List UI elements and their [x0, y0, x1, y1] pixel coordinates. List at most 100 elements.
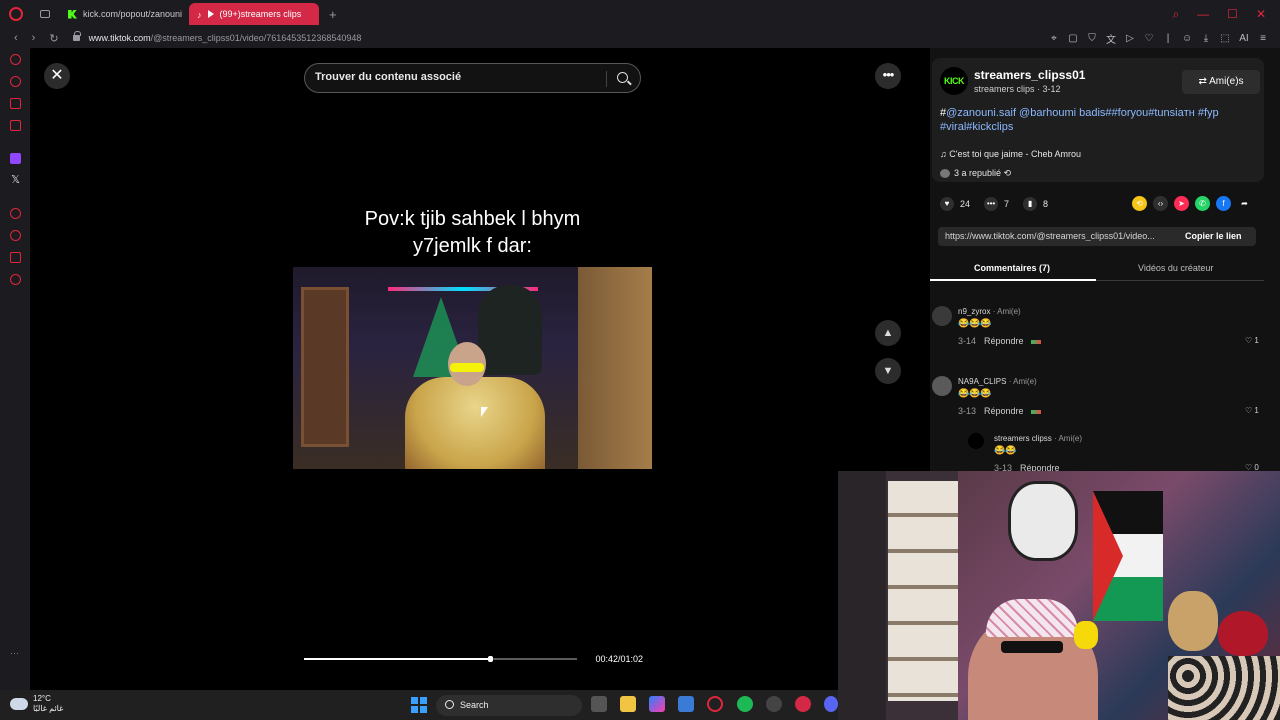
minimize-button[interactable]: — — [1197, 7, 1209, 22]
reposted-row[interactable]: 3 a republié ⟲ — [940, 168, 1011, 179]
like-button[interactable]: ♥ 24 — [940, 197, 970, 211]
tab-creator-videos[interactable]: Vidéos du créateur — [1138, 263, 1213, 273]
previous-video-button[interactable]: ▲ — [875, 320, 901, 346]
facebook-icon[interactable]: f — [1216, 196, 1231, 211]
send-icon[interactable]: ➤ — [1174, 196, 1189, 211]
maximize-button[interactable]: ☐ — [1227, 7, 1238, 22]
more-options-button[interactable]: ••• — [875, 63, 901, 89]
extensions-sidebar-icon[interactable] — [10, 252, 21, 263]
new-tab-button[interactable]: + — [329, 7, 337, 22]
reposter-avatars — [940, 169, 950, 179]
ai-button[interactable]: AI — [1239, 33, 1249, 44]
instagram-icon[interactable] — [10, 120, 21, 131]
friends-button[interactable]: ⇄ Ami(e)s — [1182, 70, 1260, 94]
video-progress-bar[interactable] — [304, 656, 577, 662]
opera-logo-icon[interactable] — [9, 7, 23, 21]
weather-temperature: 12°C — [33, 694, 51, 703]
speaker-icon[interactable] — [207, 10, 214, 18]
description-tags[interactable]: @zanouni.saif @barhoumi badis##foryou#tu… — [940, 107, 1219, 133]
separator: | — [1166, 32, 1170, 44]
related-search-box[interactable] — [304, 63, 641, 93]
start-button[interactable] — [411, 697, 427, 713]
opera-taskbar-icon[interactable] — [707, 696, 723, 712]
shield-icon[interactable]: ⛉ — [1087, 33, 1097, 44]
share-arrow-icon[interactable]: ➦ — [1237, 196, 1252, 211]
comment-avatar[interactable] — [932, 306, 952, 326]
progress-handle[interactable] — [487, 656, 493, 662]
copilot-icon[interactable] — [649, 696, 665, 712]
comment-button[interactable]: ••• 7 — [984, 197, 1009, 211]
windows-taskbar: 12°C غائم غالبًا Search — [0, 690, 838, 720]
repost-share-icon[interactable]: ⟲ — [1132, 196, 1147, 211]
menu-icon[interactable]: ≡ — [1258, 33, 1268, 44]
pin-icon[interactable]: ⌖ — [1049, 33, 1059, 44]
bookmark-heart-icon[interactable]: ♡ — [1144, 33, 1154, 44]
comment-like-button[interactable]: ♡ 1 — [1245, 336, 1259, 345]
messenger-icon[interactable] — [10, 98, 21, 109]
task-view-icon[interactable] — [591, 696, 607, 712]
video-player[interactable]: Pov:k tjib sahbek l bhym y7jemlk f dar: … — [293, 48, 652, 690]
x-icon[interactable]: 𝕏 — [10, 175, 21, 186]
history-icon[interactable] — [10, 230, 21, 241]
snapshot-icon[interactable]: ▢ — [1068, 33, 1078, 44]
tab-tiktok[interactable]: ♪ (99+)streamers clips — [189, 3, 319, 25]
swap-icon: ⇄ — [1198, 76, 1210, 87]
lock-icon[interactable] — [72, 31, 81, 41]
aria-icon[interactable] — [10, 54, 21, 65]
settings-icon[interactable] — [10, 274, 21, 285]
embed-icon[interactable]: ‹› — [1153, 196, 1168, 211]
save-button[interactable]: ▮ 8 — [1023, 197, 1048, 211]
steam-icon[interactable] — [766, 696, 782, 712]
profile-icon[interactable]: ☺ — [1182, 33, 1192, 44]
comment-avatar[interactable] — [932, 376, 952, 396]
taskbar-search[interactable]: Search — [436, 695, 582, 716]
file-explorer-icon[interactable] — [620, 696, 636, 712]
player-icon[interactable] — [10, 208, 21, 219]
tab-label: (99+)streamers clips — [219, 9, 302, 19]
speed-dial-icon[interactable] — [10, 76, 21, 87]
author-username[interactable]: streamers_clipss01 — [974, 68, 1085, 82]
mirror-scene — [838, 471, 886, 720]
extensions-icon[interactable]: ⬚ — [1220, 33, 1230, 44]
shelf-scene — [578, 267, 652, 469]
url-host: www.tiktok.com — [88, 33, 151, 43]
music-row[interactable]: ♫ C'est toi que jaime - Cheb Amrou — [940, 149, 1081, 159]
next-video-button[interactable]: ▼ — [875, 358, 901, 384]
reply-button[interactable]: Répondre — [984, 336, 1024, 346]
tab-switcher-icon[interactable] — [40, 10, 50, 18]
search-tabs-icon[interactable]: ⌕ — [1172, 7, 1179, 22]
flag-badge-icon — [1030, 339, 1041, 344]
store-icon[interactable] — [678, 696, 694, 712]
comment-like-button[interactable]: ♡ 1 — [1245, 406, 1259, 415]
palestine-flag-scene — [1093, 491, 1163, 621]
download-icon[interactable]: ⤓ — [1201, 33, 1211, 44]
reload-button[interactable]: ↻ — [49, 32, 58, 45]
whatsapp-icon[interactable]: ✆ — [1195, 196, 1210, 211]
copy-link-button[interactable]: Copier le lien — [1185, 231, 1242, 241]
spotify-icon[interactable] — [737, 696, 753, 712]
comment-author[interactable]: streamers clipss · Ami(e) — [994, 434, 1082, 443]
close-window-button[interactable]: ✕ — [1256, 7, 1266, 22]
back-button[interactable]: ‹ — [14, 32, 18, 44]
discord-icon[interactable] — [824, 696, 838, 712]
comment-author[interactable]: n9_zyrox · Ami(e) — [958, 307, 1021, 316]
url-field[interactable]: www.tiktok.com/@streamers_clipss01/video… — [89, 33, 362, 43]
forward-button[interactable]: › — [32, 32, 36, 44]
tab-kick[interactable]: kick.com/popout/zanouni — [60, 3, 185, 25]
app-red-icon[interactable] — [795, 696, 811, 712]
sidebar-options-icon[interactable]: ··· — [10, 648, 19, 658]
reply-button[interactable]: Répondre — [984, 406, 1024, 416]
close-button[interactable]: ✕ — [44, 63, 70, 89]
twitch-icon[interactable] — [10, 153, 21, 164]
comment-avatar[interactable] — [968, 433, 984, 449]
tab-comments[interactable]: Commentaires (7) — [974, 263, 1050, 273]
related-search-input[interactable] — [315, 71, 595, 83]
share-link-text[interactable]: https://www.tiktok.com/@streamers_clipss… — [945, 231, 1173, 241]
comment-author[interactable]: NA9A_CLIPS · Ami(e) — [958, 377, 1037, 386]
search-icon[interactable] — [617, 72, 628, 83]
author-avatar[interactable]: KICK — [940, 67, 968, 95]
play-icon[interactable]: ▷ — [1125, 33, 1135, 44]
translate-icon[interactable]: 文 — [1106, 31, 1116, 46]
video-frame[interactable] — [293, 267, 652, 469]
weather-widget[interactable]: 12°C غائم غالبًا — [10, 692, 63, 714]
